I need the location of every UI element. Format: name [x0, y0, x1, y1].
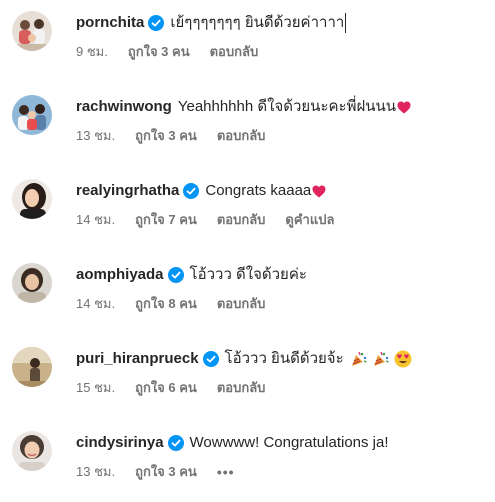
reply-button[interactable]: ตอบกลับ [217, 379, 266, 397]
comment-text: โอ้ววว ดีใจด้วยค่ะ [189, 266, 307, 283]
comment-text: เย้ๆๆๆๆๆๆๆ ยินดีด้วยค่าาาา [170, 14, 345, 31]
party-popper-icon [351, 351, 367, 366]
comment-header: aomphiyada โอ้ววว ดีใจด้วยค่ะ [76, 264, 307, 286]
likes-count[interactable]: ถูกใจ 3 คน [135, 127, 197, 145]
username[interactable]: cindysirinya [76, 432, 164, 454]
emoji-group [350, 350, 412, 368]
reply-button[interactable]: ตอบกลับ [217, 295, 266, 313]
verified-badge-icon [183, 183, 200, 199]
verified-badge-icon [167, 267, 184, 283]
avatar[interactable] [12, 347, 52, 387]
comment-meta: 14 ชม. ถูกใจ 8 คน ตอบกลับ [76, 295, 265, 313]
comment-meta: 13 ชม. ถูกใจ 3 คน ••• [76, 463, 235, 481]
username[interactable]: aomphiyada [76, 264, 164, 286]
comment-item: aomphiyada โอ้ววว ดีใจด้วยค่ะ 14 ชม. ถูก… [0, 252, 495, 334]
emoji-group [397, 101, 411, 114]
comment-text: โอ้ววว ยินดีด้วยจ้ะ [224, 350, 344, 367]
comment-item: pornchita เย้ๆๆๆๆๆๆๆ ยินดีด้วยค่าาาา 9 ช… [0, 0, 495, 82]
comment-header: realyingrhatha Congrats kaaaa [76, 180, 326, 202]
avatar[interactable] [12, 11, 52, 51]
likes-count[interactable]: ถูกใจ 7 คน [135, 211, 197, 229]
reply-button[interactable]: ตอบกลับ [210, 43, 259, 61]
comment-header: cindysirinya Wowwww! Congratulations ja! [76, 432, 389, 454]
comment-text: Congrats kaaaa [205, 182, 312, 199]
more-options-button[interactable]: ••• [217, 463, 235, 481]
likes-count[interactable]: ถูกใจ 8 คน [135, 295, 197, 313]
comment-item: realyingrhatha Congrats kaaaa 14 ชม. ถูก… [0, 168, 495, 250]
verified-badge-icon [202, 351, 219, 367]
comment-text: Wowwww! Congratulations ja! [189, 434, 389, 451]
avatar[interactable] [12, 431, 52, 471]
verified-badge-icon [148, 15, 165, 31]
comment-meta: 15 ชม. ถูกใจ 6 คน ตอบกลับ [76, 379, 265, 397]
reply-button[interactable]: ตอบกลับ [217, 211, 266, 229]
username[interactable]: realyingrhatha [76, 180, 179, 202]
timestamp[interactable]: 13 ชม. [76, 127, 115, 145]
verified-badge-icon [167, 435, 184, 451]
comment-header: pornchita เย้ๆๆๆๆๆๆๆ ยินดีด้วยค่าาาา [76, 12, 347, 34]
timestamp[interactable]: 13 ชม. [76, 463, 115, 481]
timestamp[interactable]: 14 ชม. [76, 211, 115, 229]
comment-header: puri_hiranprueck โอ้ววว ยินดีด้วยจ้ะ [76, 348, 412, 370]
comment-item: puri_hiranprueck โอ้ววว ยินดีด้วยจ้ะ 15 … [0, 336, 495, 418]
likes-count[interactable]: ถูกใจ 3 คน [135, 463, 197, 481]
comment-text: Yeahhhhhh ดีใจด้วยนะคะพี่ฝนนน [177, 98, 397, 115]
see-translation-button[interactable]: ดูคำแปล [285, 211, 334, 229]
comment-header: rachwinwong Yeahhhhhh ดีใจด้วยนะคะพี่ฝนน… [76, 96, 411, 118]
timestamp[interactable]: 15 ชม. [76, 379, 115, 397]
comment-item: rachwinwong Yeahhhhhh ดีใจด้วยนะคะพี่ฝนน… [0, 84, 495, 166]
party-popper-icon [373, 351, 389, 366]
avatar[interactable] [12, 95, 52, 135]
avatar[interactable] [12, 263, 52, 303]
heart-icon [312, 185, 326, 197]
comment-meta: 13 ชม. ถูกใจ 3 คน ตอบกลับ [76, 127, 265, 145]
heart-icon [397, 101, 411, 113]
text-cursor [345, 13, 347, 33]
username[interactable]: pornchita [76, 12, 144, 34]
comment-item: cindysirinya Wowwww! Congratulations ja!… [0, 420, 495, 502]
emoji-group [312, 185, 326, 198]
comment-meta: 9 ชม. ถูกใจ 3 คน ตอบกลับ [76, 43, 258, 61]
likes-count[interactable]: ถูกใจ 6 คน [135, 379, 197, 397]
heart-eyes-emoji-icon [394, 350, 412, 368]
likes-count[interactable]: ถูกใจ 3 คน [128, 43, 190, 61]
timestamp[interactable]: 9 ชม. [76, 43, 108, 61]
comment-meta: 14 ชม. ถูกใจ 7 คน ตอบกลับ ดูคำแปล [76, 211, 334, 229]
username[interactable]: rachwinwong [76, 96, 172, 118]
username[interactable]: puri_hiranprueck [76, 348, 199, 370]
timestamp[interactable]: 14 ชม. [76, 295, 115, 313]
avatar[interactable] [12, 179, 52, 219]
reply-button[interactable]: ตอบกลับ [217, 127, 266, 145]
